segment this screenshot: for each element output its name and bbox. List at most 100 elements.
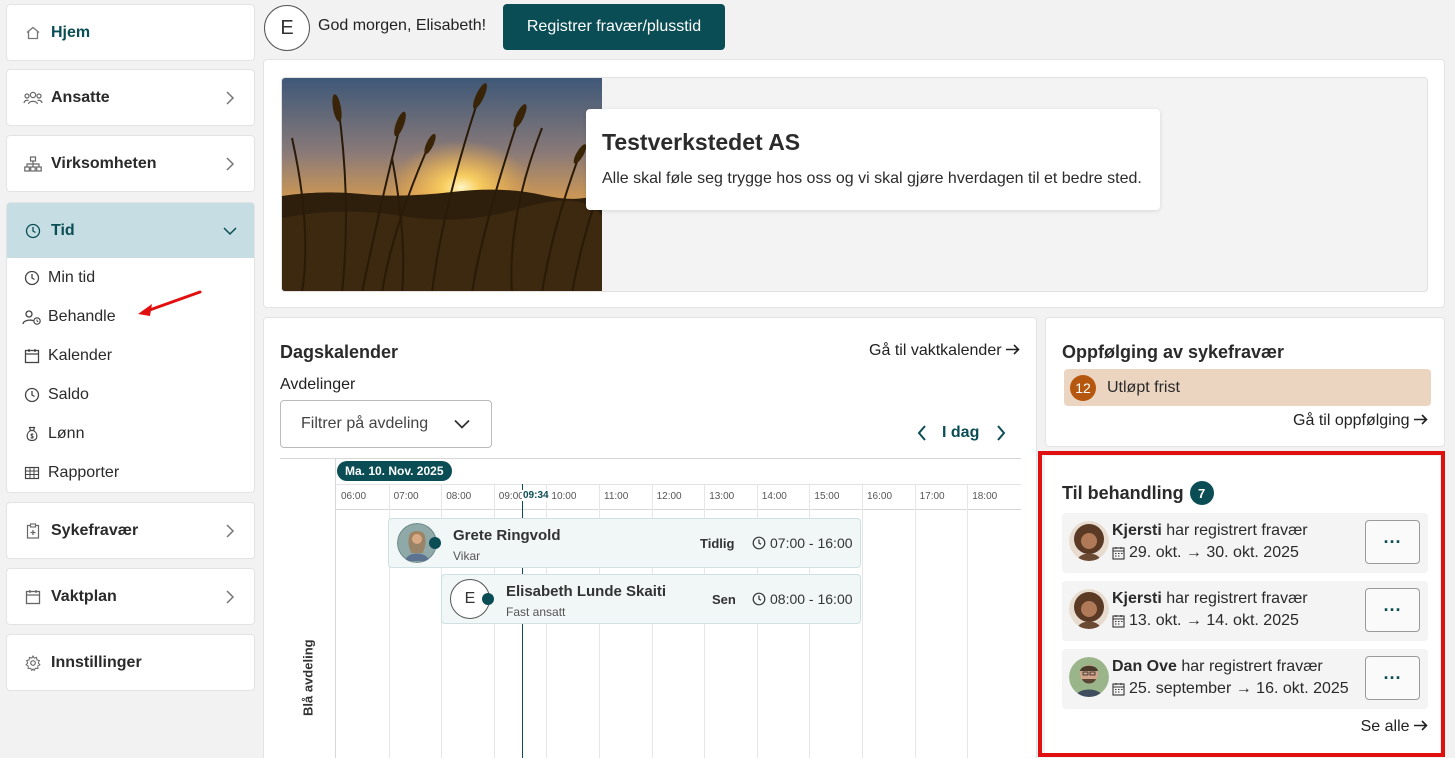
money-bag-icon	[22, 424, 42, 444]
banner-inner: Testverkstedet AS Alle skal føle seg try…	[281, 77, 1428, 292]
chevron-left-icon[interactable]	[914, 425, 930, 441]
chevron-right-icon	[222, 523, 238, 539]
sick-leave-followup-card: Oppfølging av sykefravær 12 Utløpt frist…	[1045, 317, 1445, 447]
nav-lonn[interactable]: Lønn	[22, 422, 84, 446]
hour-label: 16:00	[867, 491, 893, 502]
gear-icon	[23, 653, 43, 673]
pending-item-action: har registrert fravær	[1166, 590, 1308, 607]
shift-block[interactable]: E Elisabeth Lunde Skaiti Fast ansatt Sen…	[441, 574, 861, 624]
nav-vaktplan[interactable]: Vaktplan	[6, 568, 255, 625]
hour-label: 18:00	[972, 491, 998, 502]
shift-time-text: 08:00 - 16:00	[770, 591, 853, 607]
hour-label: 15:00	[814, 491, 840, 502]
nav-saldo[interactable]: Saldo	[22, 383, 89, 407]
see-all-link[interactable]: Se alle	[1361, 718, 1428, 736]
pending-item-action: har registrert fravær	[1181, 658, 1323, 675]
avatar	[1069, 589, 1109, 629]
expired-count-badge: 12	[1070, 374, 1096, 401]
pending-item-action: har registrert fravær	[1166, 522, 1308, 539]
arrow-right-icon	[1414, 412, 1428, 429]
hour-label: 13:00	[709, 491, 735, 502]
expired-deadline-label: Utløpt frist	[1107, 378, 1180, 396]
nav-virksomheten-label: Virksomheten	[51, 154, 157, 172]
shift-employee-name: Grete Ringvold	[453, 527, 561, 544]
pending-item[interactable]: Dan Ove har registrert fravær 25. septem…	[1062, 649, 1428, 709]
register-absence-button[interactable]: Registrer fravær/plusstid	[503, 4, 725, 50]
nav-vaktplan-label: Vaktplan	[51, 587, 117, 605]
medical-clipboard-icon	[23, 521, 43, 541]
followup-title: Oppfølging av sykefravær	[1062, 342, 1285, 362]
more-options-button[interactable]: ···	[1365, 520, 1420, 564]
org-chart-icon	[23, 154, 43, 174]
chevron-right-icon[interactable]	[993, 425, 1009, 441]
hour-label: 14:00	[761, 491, 787, 502]
shift-employee-role: Fast ansatt	[506, 605, 566, 619]
date-pill: Ma. 10. Nov. 2025	[337, 461, 452, 481]
people-icon	[23, 88, 43, 108]
goto-followup-label: Gå til oppfølging	[1293, 412, 1410, 429]
nav-behandle[interactable]: Behandle	[22, 305, 116, 329]
home-icon	[23, 23, 43, 43]
user-avatar[interactable]: E	[264, 5, 310, 51]
hour-label: 12:00	[656, 491, 682, 502]
nav-sykefravaer-label: Sykefravær	[51, 521, 139, 539]
nav-saldo-label: Saldo	[48, 386, 89, 403]
more-options-button[interactable]: ···	[1365, 588, 1420, 632]
avatar	[1069, 521, 1109, 561]
goto-shift-calendar-label: Gå til vaktkalender	[869, 342, 1002, 359]
chevron-right-icon	[222, 90, 238, 106]
nav-behandle-label: Behandle	[48, 308, 116, 325]
nav-ansatte[interactable]: Ansatte	[6, 69, 255, 126]
company-tagline: Alle skal føle seg trygge hos oss og vi …	[602, 170, 1142, 187]
nav-innstillinger[interactable]: Innstillinger	[6, 634, 255, 691]
nav-min-tid[interactable]: Min tid	[22, 266, 95, 290]
status-dot	[482, 593, 494, 605]
pending-item[interactable]: Kjersti har registrert fravær 13. okt. →…	[1062, 581, 1428, 641]
nav-lonn-label: Lønn	[48, 425, 85, 442]
day-calendar-card: Dagskalender Gå til vaktkalender Avdelin…	[263, 317, 1037, 758]
nav-home[interactable]: Hjem	[6, 4, 255, 61]
nav-home-label: Hjem	[51, 23, 91, 41]
goto-followup-link[interactable]: Gå til oppfølging	[1293, 412, 1428, 430]
pending-item-title: Dan Ove har registrert fravær	[1112, 658, 1323, 676]
calendar-icon	[1112, 614, 1126, 628]
goto-shift-calendar-link[interactable]: Gå til vaktkalender	[869, 342, 1020, 360]
sunset-field-image	[282, 78, 602, 291]
nav-sykefravaer[interactable]: Sykefravær	[6, 502, 255, 559]
more-options-button[interactable]: ···	[1365, 656, 1420, 700]
today-button[interactable]: I dag	[942, 424, 979, 442]
nav-virksomheten[interactable]: Virksomheten	[6, 135, 255, 192]
user-clock-icon	[22, 307, 42, 327]
pending-item-title: Kjersti har registrert fravær	[1112, 522, 1308, 540]
pending-approvals-card: Til behandling 7 Kjersti har registrert …	[1045, 456, 1440, 753]
pending-item-dates: 25. september → 16. okt. 2025	[1112, 680, 1349, 698]
department-filter-select[interactable]: Filtrer på avdeling	[280, 400, 492, 448]
pending-item[interactable]: Kjersti har registrert fravær 29. okt. →…	[1062, 513, 1428, 573]
hour-label: 07:00	[393, 491, 419, 502]
expired-deadline-alert[interactable]: 12 Utløpt frist	[1064, 369, 1431, 406]
avatar	[1069, 657, 1109, 697]
status-dot	[429, 537, 441, 549]
timeline: Ma. 10. Nov. 2025 06:00 07:00 08:00 09:0…	[280, 458, 1021, 758]
nav-rapporter-label: Rapporter	[48, 464, 120, 481]
clock-icon	[22, 268, 42, 288]
hour-row: 06:00 07:00 08:00 09:00 10:00 11:00 12:0…	[336, 484, 1021, 510]
day-calendar-title: Dagskalender	[280, 342, 399, 362]
shift-block[interactable]: Grete Ringvold Vikar Tidlig 07:00 - 16:0…	[388, 518, 861, 568]
pending-item-name: Kjersti	[1112, 590, 1162, 607]
pending-item-date-range: 25. september → 16. okt. 2025	[1129, 680, 1349, 697]
nav-kalender[interactable]: Kalender	[22, 344, 112, 368]
clock-icon	[752, 592, 766, 606]
nav-rapporter[interactable]: Rapporter	[22, 461, 119, 485]
shift-type: Tidlig	[700, 536, 735, 551]
nav-tid[interactable]: Tid	[7, 203, 254, 258]
clock-icon	[23, 221, 43, 241]
calendar-icon	[23, 587, 43, 607]
hour-label: 06:00	[341, 491, 367, 502]
calendar-icon	[1112, 682, 1126, 696]
pending-item-date-range: 13. okt. → 14. okt. 2025	[1129, 612, 1299, 629]
pending-item-dates: 29. okt. → 30. okt. 2025	[1112, 544, 1299, 562]
banner-text-box: Testverkstedet AS Alle skal føle seg try…	[586, 109, 1160, 210]
chevron-right-icon	[222, 156, 238, 172]
day-navigation: I dag	[914, 424, 1009, 442]
